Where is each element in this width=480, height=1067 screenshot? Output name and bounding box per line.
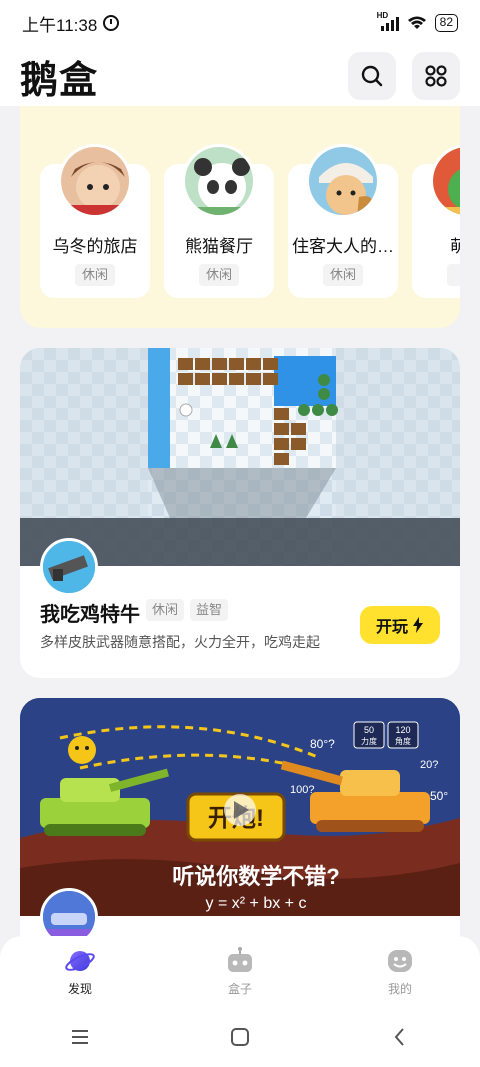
featured-game-title: 萌萌 (450, 237, 460, 256)
featured-game-card[interactable]: 住客大人的… 休闲 (288, 144, 398, 298)
game-avatar (58, 144, 132, 218)
status-bar: 上午11:38 HD 82 (0, 0, 480, 46)
bottom-navigation: 发现 盒子 我的 (0, 936, 480, 1006)
apps-button[interactable] (412, 52, 460, 100)
featured-game-title: 住客大人的… (292, 237, 394, 256)
nav-mine[interactable]: 我的 (320, 936, 480, 1006)
nav-label: 盒子 (227, 981, 252, 996)
featured-game-title: 熊猫餐厅 (185, 237, 253, 256)
featured-game-card[interactable]: 萌萌 休 (412, 144, 460, 298)
home-icon[interactable] (228, 1025, 252, 1049)
signal-icon: HD (377, 11, 399, 31)
time-text: 上午11:38 (22, 15, 98, 35)
back-icon[interactable] (388, 1025, 412, 1049)
play-button-label: 开玩 (375, 619, 408, 636)
game-avatar (306, 144, 380, 218)
face-icon (388, 949, 412, 972)
menu-icon[interactable] (68, 1025, 92, 1049)
game-card[interactable]: 50 力度 120 角度 80°? 100? 50° 20? 开炮! 听说你数学… (20, 698, 460, 936)
angle-annotation: 50° (430, 789, 448, 803)
game-avatar (40, 538, 98, 596)
angle-label: 角度 (395, 736, 411, 746)
game-banner[interactable] (20, 348, 460, 566)
search-icon (361, 65, 383, 87)
angle-annotation: 80°? (310, 737, 335, 751)
game-title: 我吃鸡特牛 (40, 604, 140, 626)
banner-slogan: 听说你数学不错? (172, 864, 339, 889)
game-tag: 益智 (190, 599, 229, 621)
system-navigation-bar (0, 1006, 480, 1067)
alarm-icon (103, 15, 120, 31)
battery-level: 82 (439, 15, 453, 29)
nav-label: 发现 (67, 981, 92, 996)
nav-label: 我的 (387, 981, 412, 996)
search-button[interactable] (348, 52, 396, 100)
play-button[interactable]: 开玩 (360, 606, 440, 644)
wifi-icon (407, 16, 426, 29)
featured-game-tag: 休 (447, 264, 460, 286)
game-avatar (182, 144, 256, 218)
status-icons: HD 82 (377, 11, 458, 32)
angle-annotation: 20? (420, 759, 438, 771)
lightning-icon (413, 617, 423, 633)
nav-discover[interactable]: 发现 (0, 936, 160, 1006)
featured-panel: 乌冬的旅店 休闲 熊猫餐厅 休闲 住客大人的… 休闲 萌萌 休 (20, 106, 460, 328)
featured-game-tag: 休闲 (323, 264, 363, 286)
featured-game-tag: 休闲 (75, 264, 115, 286)
planet-icon (65, 950, 95, 971)
game-tag: 休闲 (146, 599, 185, 621)
discover-feed[interactable]: 乌冬的旅店 休闲 熊猫餐厅 休闲 住客大人的… 休闲 萌萌 休 (0, 106, 480, 936)
featured-game-title: 乌冬的旅店 (52, 237, 138, 256)
status-time: 上午11:38 (22, 11, 120, 36)
game-avatar (430, 144, 460, 218)
banner-formula: y = x² + bx + c (206, 895, 307, 912)
nav-box[interactable]: 盒子 (160, 936, 320, 1006)
game-screenshot: 50 力度 120 角度 80°? 100? 50° 20? 开炮! 听说你数学… (20, 698, 460, 916)
game-screenshot (20, 348, 460, 566)
battery-icon: 82 (434, 14, 458, 32)
network-type: HD (376, 11, 389, 20)
featured-game-card[interactable]: 乌冬的旅店 休闲 (40, 144, 150, 298)
app-header: 鹅盒 (0, 46, 480, 106)
game-banner[interactable]: 50 力度 120 角度 80°? 100? 50° 20? 开炮! 听说你数学… (20, 698, 460, 916)
featured-game-tag: 休闲 (199, 264, 239, 286)
game-card[interactable]: 我吃鸡特牛 休闲 益智 多样皮肤武器随意搭配，火力全开，吃鸡走起 开玩 (20, 348, 460, 678)
angle-value: 120 (395, 725, 410, 735)
grid-icon (425, 65, 447, 87)
app-logo: 鹅盒 (20, 59, 99, 102)
angle-annotation: 100? (290, 784, 314, 796)
power-value: 50 (364, 725, 374, 735)
game-description: 多样皮肤武器随意搭配，火力全开，吃鸡走起 (40, 634, 320, 650)
featured-game-card[interactable]: 熊猫餐厅 休闲 (164, 144, 274, 298)
power-label: 力度 (361, 736, 377, 746)
robot-icon (228, 946, 252, 972)
